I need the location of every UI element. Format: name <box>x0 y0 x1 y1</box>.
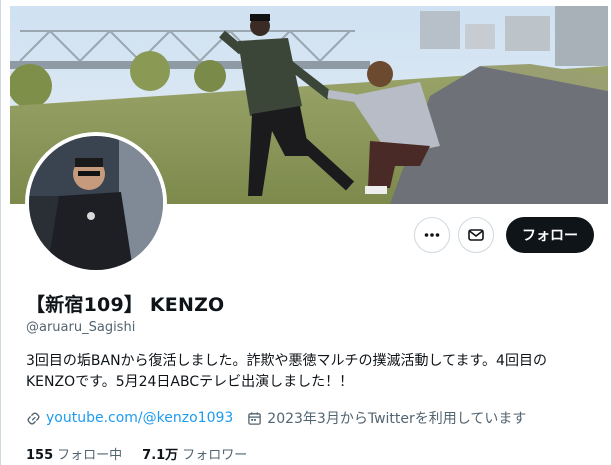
followers-label: フォロワー <box>182 448 248 463</box>
website-text[interactable]: youtube.com/@kenzo1093 <box>46 410 233 426</box>
joined-text: 2023年3月からTwitterを利用しています <box>267 411 527 427</box>
bio-line: 3回目の垢BANから復活しました。詐欺や悪徳マルチの撲滅活動してます。4回目の <box>26 353 547 369</box>
profile-bio: 3回目の垢BANから復活しました。詐欺や悪徳マルチの撲滅活動してます。4回目の … <box>26 351 596 393</box>
link-icon <box>27 411 40 425</box>
profile-stats: 155 フォロー中 7.1万 フォロワー <box>26 444 267 463</box>
profile-actions: フォロー <box>414 217 594 253</box>
following-stat[interactable]: 155 フォロー中 <box>26 444 122 463</box>
followers-count: 7.1万 <box>142 448 179 463</box>
avatar-image <box>29 136 163 270</box>
profile-name: 【新宿109】 KENZO <box>26 294 225 316</box>
following-count: 155 <box>26 448 54 463</box>
profile-meta: youtube.com/@kenzo1093 2023年3月からTwitterを… <box>26 408 540 428</box>
bio-line: KENZOです。5月24日ABCテレビ出演しました！！ <box>26 374 354 390</box>
website-link[interactable]: youtube.com/@kenzo1093 <box>26 410 233 426</box>
message-button[interactable] <box>458 217 494 253</box>
calendar-icon <box>248 411 262 425</box>
more-button[interactable] <box>414 217 450 253</box>
follow-button[interactable]: フォロー <box>506 217 594 253</box>
following-label: フォロー中 <box>57 448 123 463</box>
mail-icon <box>468 229 484 241</box>
profile-handle: @aruaru_Sagishi <box>26 320 136 335</box>
more-icon <box>424 233 440 237</box>
joined-date: 2023年3月からTwitterを利用しています <box>247 408 526 428</box>
followers-stat[interactable]: 7.1万 フォロワー <box>142 444 247 463</box>
avatar[interactable] <box>25 132 167 274</box>
